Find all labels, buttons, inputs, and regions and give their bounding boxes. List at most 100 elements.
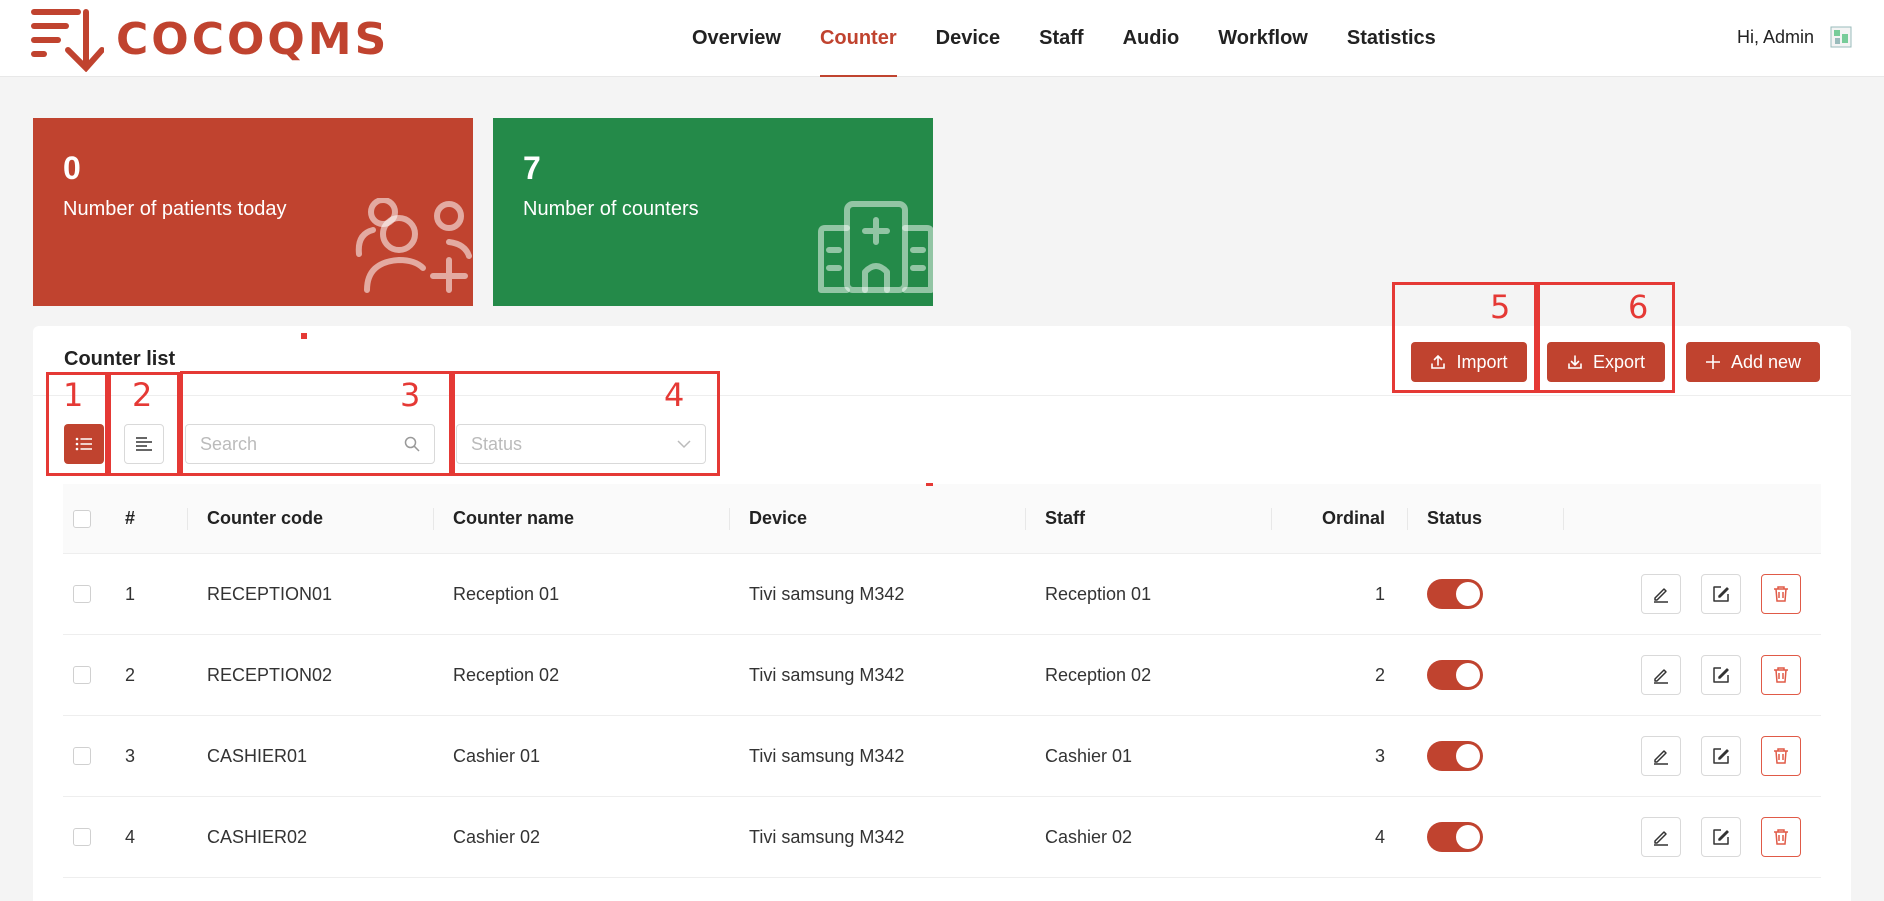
row-checkbox[interactable] bbox=[73, 585, 91, 603]
search-icon[interactable] bbox=[404, 436, 420, 452]
avatar[interactable] bbox=[1828, 24, 1854, 50]
edit-square-icon bbox=[1713, 748, 1729, 764]
import-button[interactable]: Import bbox=[1411, 342, 1527, 382]
stat-value: 7 bbox=[523, 150, 541, 186]
edit-button[interactable] bbox=[1641, 817, 1681, 857]
export-button[interactable]: Export bbox=[1547, 342, 1665, 382]
row-checkbox[interactable] bbox=[73, 747, 91, 765]
status-toggle[interactable] bbox=[1427, 660, 1483, 690]
table-row[interactable]: 1 RECEPTION01 Reception 01 Tivi samsung … bbox=[63, 554, 1821, 635]
cell-number: 3 bbox=[125, 745, 136, 766]
table-row[interactable]: 2 RECEPTION02 Reception 02 Tivi samsung … bbox=[63, 635, 1821, 716]
cell-ordinal: 3 bbox=[1374, 745, 1385, 766]
list-icon bbox=[75, 437, 92, 451]
nav-counter[interactable]: Counter bbox=[819, 0, 897, 77]
logo[interactable]: COCOQMS bbox=[30, 4, 389, 74]
add-new-button[interactable]: Add new bbox=[1686, 342, 1820, 382]
delete-button[interactable] bbox=[1761, 736, 1801, 776]
nav-staff[interactable]: Staff bbox=[1039, 0, 1083, 77]
col-status[interactable]: Status bbox=[1407, 484, 1563, 553]
status-placeholder: Status bbox=[471, 433, 523, 454]
stat-card-patients: 0 Number of patients today bbox=[33, 118, 473, 306]
cell-counter-name: Cashier 01 bbox=[453, 745, 541, 766]
cell-device: Tivi samsung M342 bbox=[749, 826, 905, 847]
align-view-button[interactable] bbox=[124, 424, 164, 464]
search-box[interactable] bbox=[185, 424, 435, 464]
cell-number: 2 bbox=[125, 664, 136, 685]
edit-detail-button[interactable] bbox=[1701, 817, 1741, 857]
annotation-number-5: 5 bbox=[1490, 288, 1511, 326]
table-header: # Counter code Counter name Device Staff… bbox=[63, 484, 1821, 554]
edit-button[interactable] bbox=[1641, 655, 1681, 695]
delete-button[interactable] bbox=[1761, 655, 1801, 695]
nav-audio[interactable]: Audio bbox=[1123, 0, 1180, 77]
edit-detail-button[interactable] bbox=[1701, 736, 1741, 776]
status-select[interactable]: Status bbox=[456, 424, 706, 464]
annotation-number-3: 3 bbox=[400, 376, 421, 414]
cell-staff: Reception 01 bbox=[1045, 583, 1152, 604]
delete-button[interactable] bbox=[1761, 574, 1801, 614]
delete-button[interactable] bbox=[1761, 817, 1801, 857]
cell-counter-name: Cashier 02 bbox=[453, 826, 541, 847]
status-toggle[interactable] bbox=[1427, 741, 1483, 771]
col-staff[interactable]: Staff bbox=[1025, 484, 1271, 553]
annotation-number-1: 1 bbox=[63, 376, 84, 414]
trash-icon bbox=[1774, 829, 1788, 845]
add-new-label: Add new bbox=[1730, 351, 1802, 372]
col-counter-name[interactable]: Counter name bbox=[433, 484, 729, 553]
col-ordinal[interactable]: Ordinal bbox=[1271, 484, 1407, 553]
col-counter-code[interactable]: Counter code bbox=[187, 484, 433, 553]
col-device[interactable]: Device bbox=[729, 484, 1025, 553]
status-toggle[interactable] bbox=[1427, 822, 1483, 852]
user-greeting: Hi, Admin bbox=[1736, 26, 1814, 47]
annotation-number-6: 6 bbox=[1628, 288, 1649, 326]
cell-staff: Cashier 02 bbox=[1045, 826, 1133, 847]
status-cell bbox=[1407, 716, 1563, 796]
row-select-cell bbox=[63, 554, 105, 634]
cell-staff: Cashier 01 bbox=[1045, 745, 1133, 766]
counter-list-panel: Counter list Import Export Add new Searc… bbox=[33, 326, 1851, 901]
user-menu[interactable]: Hi, Admin bbox=[1737, 24, 1854, 50]
annotation-number-2: 2 bbox=[132, 376, 153, 414]
stat-label: Number of counters bbox=[523, 198, 699, 220]
pencil-icon bbox=[1654, 588, 1668, 603]
export-label: Export bbox=[1592, 351, 1646, 372]
cell-ordinal: 2 bbox=[1374, 664, 1385, 685]
nav-overview[interactable]: Overview bbox=[692, 0, 781, 77]
stat-value: 0 bbox=[63, 150, 81, 186]
pencil-icon bbox=[1654, 831, 1668, 846]
nav-workflow[interactable]: Workflow bbox=[1218, 0, 1308, 77]
cell-counter-name: Reception 02 bbox=[453, 664, 560, 685]
edit-detail-button[interactable] bbox=[1701, 655, 1741, 695]
cell-counter-code: RECEPTION01 bbox=[207, 583, 333, 604]
edit-button[interactable] bbox=[1641, 736, 1681, 776]
table-row[interactable]: 3 CASHIER01 Cashier 01 Tivi samsung M342… bbox=[63, 716, 1821, 797]
import-label: Import bbox=[1456, 351, 1508, 372]
hospital-icon bbox=[818, 201, 933, 293]
nav-device[interactable]: Device bbox=[936, 0, 1001, 77]
cell-counter-name: Reception 01 bbox=[453, 583, 560, 604]
pencil-icon bbox=[1654, 669, 1668, 684]
col-actions bbox=[1563, 484, 1821, 553]
top-header: COCOQMS Overview Counter Device Staff Au… bbox=[0, 0, 1884, 77]
trash-icon bbox=[1774, 748, 1788, 764]
status-toggle[interactable] bbox=[1427, 579, 1483, 609]
nav-statistics[interactable]: Statistics bbox=[1347, 0, 1436, 77]
edit-button[interactable] bbox=[1641, 574, 1681, 614]
panel-title: Counter list bbox=[64, 348, 176, 370]
edit-detail-button[interactable] bbox=[1701, 574, 1741, 614]
cell-staff: Reception 02 bbox=[1045, 664, 1152, 685]
cell-device: Tivi samsung M342 bbox=[749, 664, 905, 685]
annotation-number-4: 4 bbox=[664, 376, 685, 414]
list-view-button[interactable] bbox=[64, 424, 104, 464]
search-input[interactable] bbox=[200, 433, 390, 455]
row-checkbox[interactable] bbox=[73, 828, 91, 846]
select-all-checkbox[interactable] bbox=[73, 509, 91, 528]
row-checkbox[interactable] bbox=[73, 666, 91, 684]
status-cell bbox=[1407, 797, 1563, 877]
table-row[interactable]: 4 CASHIER02 Cashier 02 Tivi samsung M342… bbox=[63, 797, 1821, 878]
actions-cell bbox=[1563, 554, 1821, 634]
cell-ordinal: 4 bbox=[1374, 826, 1385, 847]
stat-label: Number of patients today bbox=[63, 198, 287, 220]
cell-number: 1 bbox=[125, 583, 136, 604]
